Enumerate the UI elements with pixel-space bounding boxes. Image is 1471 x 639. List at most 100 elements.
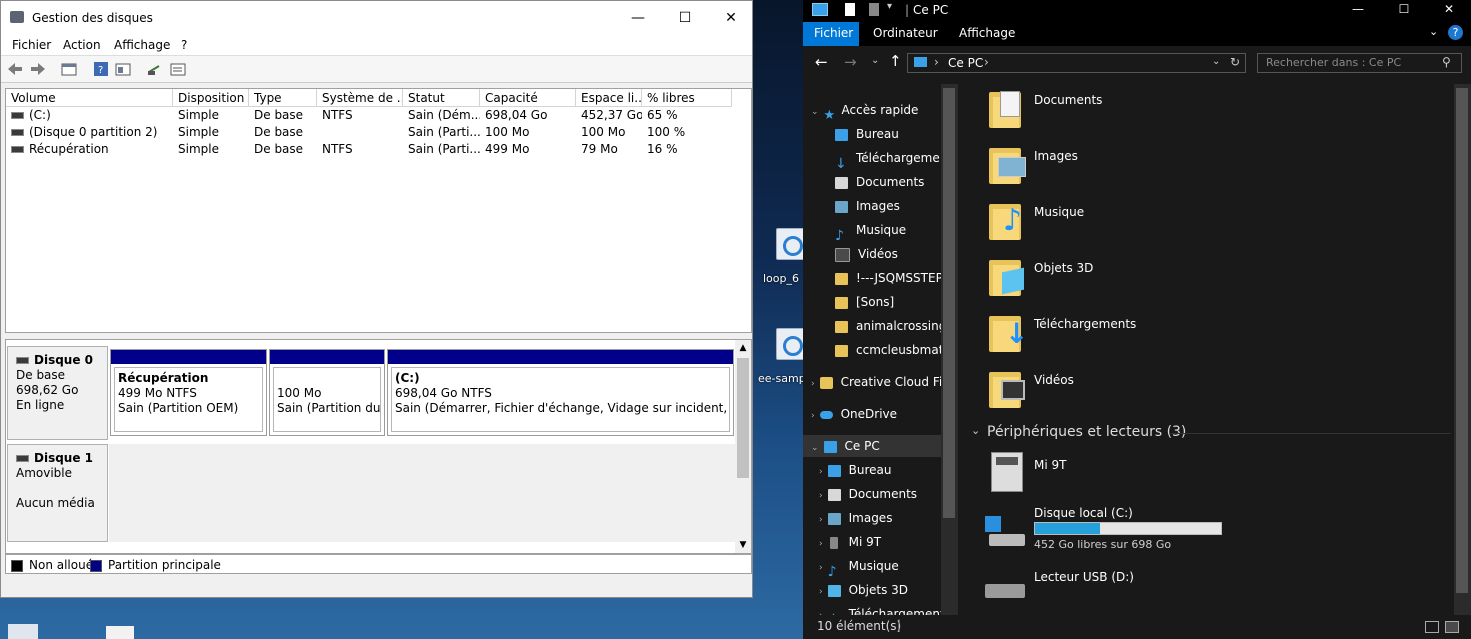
tab-fichier-label[interactable]: Fichier xyxy=(814,26,853,40)
partition-system[interactable]: 100 Mo Sain (Partition du sy xyxy=(269,349,385,436)
desktop-file-label[interactable]: loop_6 xyxy=(763,272,799,285)
folder-documents[interactable]: Documents xyxy=(963,88,1443,136)
minimize-button[interactable]: — xyxy=(615,1,661,35)
disk1-label[interactable]: Disque 1 Amovible Aucun média xyxy=(7,444,108,542)
nav-ce-pc[interactable]: ⌄ Ce PC xyxy=(811,435,880,457)
forward-arrow-icon[interactable] xyxy=(30,62,46,76)
scroll-thumb[interactable] xyxy=(737,358,749,478)
device-mi9t[interactable]: Mi 9T xyxy=(963,450,1443,498)
details-view-icon[interactable] xyxy=(1425,621,1439,633)
address-bar[interactable]: › Ce PC › ⌄ ↻ xyxy=(907,53,1246,73)
desktop-shortcut-icon[interactable] xyxy=(106,626,134,639)
maximize-button[interactable]: ☐ xyxy=(1381,0,1427,22)
minimize-button[interactable]: — xyxy=(1335,0,1381,22)
recent-dropdown-icon[interactable]: ⌄ xyxy=(871,55,879,66)
table-row[interactable]: (C:) Simple De base NTFS Sain (Dém... 69… xyxy=(6,107,751,124)
nav-scroll-thumb[interactable] xyxy=(943,88,955,518)
table-row[interactable]: (Disque 0 partition 2) Simple De base Sa… xyxy=(6,124,751,141)
ribbon-expand-chevron-icon[interactable]: ⌄ xyxy=(1429,25,1438,38)
menu-help[interactable]: ? xyxy=(181,38,187,52)
volume-list[interactable]: Volume Disposition Type Système de ... S… xyxy=(5,88,752,333)
nav-documents[interactable]: Documents📌 xyxy=(835,171,958,193)
menu-action[interactable]: Action xyxy=(63,38,101,52)
nav-pc-images[interactable]: › Images xyxy=(819,507,892,529)
tab-ordinateur[interactable]: Ordinateur xyxy=(873,26,938,40)
nav-acces-rapide[interactable]: ⌄ ★ Accès rapide xyxy=(811,99,918,123)
tab-affichage[interactable]: Affichage xyxy=(959,26,1015,40)
folder-images[interactable]: Images xyxy=(963,144,1443,192)
desktop-file-icon[interactable] xyxy=(8,624,38,639)
nav-bureau[interactable]: Bureau📌 xyxy=(835,123,958,145)
navigation-pane[interactable]: ⌄★Accès rapide Bureau📌 ↓Téléchargeme📌 Do… xyxy=(803,80,958,615)
maximize-button[interactable]: ☐ xyxy=(662,1,708,35)
search-icon[interactable]: ⚲ xyxy=(1442,55,1451,69)
refresh-icon[interactable]: ↻ xyxy=(1230,55,1240,69)
forward-arrow-icon[interactable]: → xyxy=(844,53,857,71)
properties-icon[interactable] xyxy=(170,62,186,76)
nav-creative-cloud[interactable]: › Creative Cloud Fil xyxy=(811,371,946,393)
nav-videos[interactable]: Vidéos📌 xyxy=(835,243,958,265)
device-lecteur-usb-d[interactable]: Lecteur USB (D:) xyxy=(963,566,1443,614)
help-icon[interactable]: ? xyxy=(93,62,109,76)
nav-folder-jsqmsstep[interactable]: !---JSQMSSTEP- xyxy=(835,267,947,289)
column-disposition[interactable]: Disposition xyxy=(173,89,249,107)
desktop-file-label[interactable]: ee-sampl xyxy=(758,372,809,385)
column-capacity[interactable]: Capacité xyxy=(480,89,576,107)
close-button[interactable]: ✕ xyxy=(708,1,754,35)
vertical-scrollbar[interactable]: ▲ ▼ xyxy=(735,340,751,553)
column-status[interactable]: Statut xyxy=(403,89,480,107)
partition-c[interactable]: (C:) 698,04 Go NTFS Sain (Démarrer, Fich… xyxy=(387,349,734,436)
properties-icon[interactable] xyxy=(845,3,855,16)
folder-telechargements[interactable]: ↓ Téléchargements xyxy=(963,312,1443,360)
nav-images[interactable]: Images📌 xyxy=(835,195,958,217)
connect-disk-icon[interactable] xyxy=(147,62,163,76)
table-row[interactable]: Récupération Simple De base NTFS Sain (P… xyxy=(6,141,751,158)
new-folder-icon[interactable] xyxy=(869,3,879,16)
column-percent-free[interactable]: % libres xyxy=(642,89,732,107)
address-dropdown-icon[interactable]: ⌄ xyxy=(1212,56,1220,67)
nav-pc-objets3d[interactable]: › Objets 3D xyxy=(819,579,908,601)
back-arrow-icon[interactable]: ← xyxy=(815,53,828,71)
menu-affichage[interactable]: Affichage xyxy=(114,38,170,52)
nav-telechargements[interactable]: ↓Téléchargeme📌 xyxy=(835,147,958,172)
customize-dropdown-icon[interactable]: ▾ xyxy=(887,1,892,12)
column-volume[interactable]: Volume xyxy=(6,89,173,107)
title-bar[interactable]: ▾ | Ce PC — ☐ ✕ xyxy=(803,0,1471,22)
close-button[interactable]: ✕ xyxy=(1427,0,1471,22)
breadcrumb-ce-pc[interactable]: Ce PC xyxy=(948,56,983,70)
folder-objets-3d[interactable]: Objets 3D xyxy=(963,256,1443,304)
partition-recuperation[interactable]: Récupération 499 Mo NTFS Sain (Partition… xyxy=(110,349,267,436)
nav-onedrive[interactable]: › OneDrive xyxy=(811,403,897,425)
nav-pc-telechargements[interactable]: ›↓Téléchargement xyxy=(819,603,945,615)
column-filesystem[interactable]: Système de ... xyxy=(317,89,403,107)
up-arrow-icon[interactable]: ↑ xyxy=(889,52,902,70)
column-free-space[interactable]: Espace li... xyxy=(576,89,642,107)
content-pane[interactable]: Documents Images ♪ Musique Objets 3D ↓ T… xyxy=(963,80,1460,615)
show-hide-icon[interactable] xyxy=(115,62,131,76)
nav-pc-musique[interactable]: › ♪ Musique xyxy=(819,555,899,580)
search-box[interactable]: Rechercher dans : Ce PC ⚲ xyxy=(1257,53,1462,73)
back-arrow-icon[interactable] xyxy=(7,62,23,76)
nav-pc-bureau[interactable]: › Bureau xyxy=(819,459,891,481)
tiles-view-icon[interactable] xyxy=(1445,621,1459,633)
scroll-up-arrow-icon[interactable]: ▲ xyxy=(735,340,751,356)
devices-group-header[interactable]: ⌄ Périphériques et lecteurs (3) xyxy=(971,424,1451,444)
nav-pc-mi9t[interactable]: › Mi 9T xyxy=(819,531,881,553)
disk-graphical-view[interactable]: Disque 0 De base 698,62 Go En ligne Récu… xyxy=(5,339,752,554)
nav-scrollbar[interactable] xyxy=(941,84,958,615)
menu-fichier[interactable]: Fichier xyxy=(12,38,51,52)
nav-musique[interactable]: ♪Musique📌 xyxy=(835,219,958,244)
folder-musique[interactable]: ♪ Musique xyxy=(963,200,1443,248)
column-type[interactable]: Type xyxy=(249,89,317,107)
scroll-down-arrow-icon[interactable]: ▼ xyxy=(735,537,751,553)
nav-pc-documents[interactable]: › Documents xyxy=(819,483,917,505)
nav-folder-ccmcleusbmath[interactable]: ccmcleusbmath xyxy=(835,339,951,361)
disk0-label[interactable]: Disque 0 De base 698,62 Go En ligne xyxy=(7,346,108,440)
nav-folder-sons[interactable]: [Sons] xyxy=(835,291,894,313)
nav-folder-animalcrossing[interactable]: animalcrossing xyxy=(835,315,946,337)
collapse-chevron-icon[interactable]: ⌄ xyxy=(971,424,980,437)
console-tree-icon[interactable] xyxy=(61,62,77,76)
folder-videos[interactable]: Vidéos xyxy=(963,368,1443,416)
help-icon[interactable]: ? xyxy=(1448,25,1463,40)
device-disque-local-c[interactable]: Disque local (C:) 452 Go libres sur 698 … xyxy=(963,504,1443,558)
